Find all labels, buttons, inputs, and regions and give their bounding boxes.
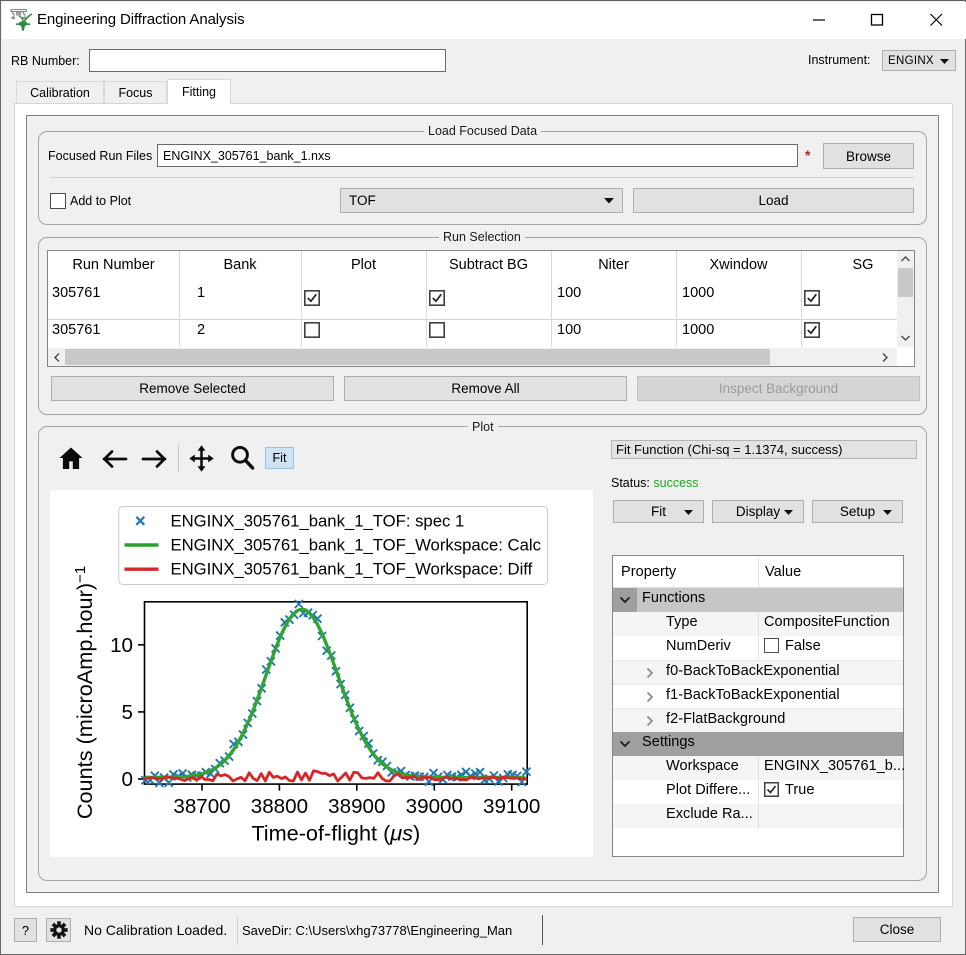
- svg-text:ENGINX_305761_bank_1_TOF_Works: ENGINX_305761_bank_1_TOF_Workspace: Calc: [171, 536, 541, 555]
- svg-text:10: 10: [110, 634, 133, 657]
- svg-text:0: 0: [122, 768, 133, 791]
- svg-text:38700: 38700: [173, 795, 230, 818]
- svg-text:Time-of-flight (μs): Time-of-flight (μs): [251, 821, 420, 846]
- svg-text:39000: 39000: [406, 795, 463, 818]
- svg-text:5: 5: [122, 701, 133, 724]
- svg-text:Counts (microAmp.hour)−1: Counts (microAmp.hour)−1: [72, 566, 97, 819]
- svg-text:39100: 39100: [483, 795, 540, 818]
- svg-text:ENGINX_305761_bank_1_TOF_Works: ENGINX_305761_bank_1_TOF_Workspace: Diff: [171, 560, 533, 579]
- svg-text:ENGINX_305761_bank_1_TOF: spec: ENGINX_305761_bank_1_TOF: spec 1: [171, 511, 465, 530]
- svg-text:38900: 38900: [328, 795, 385, 818]
- svg-text:38800: 38800: [251, 795, 308, 818]
